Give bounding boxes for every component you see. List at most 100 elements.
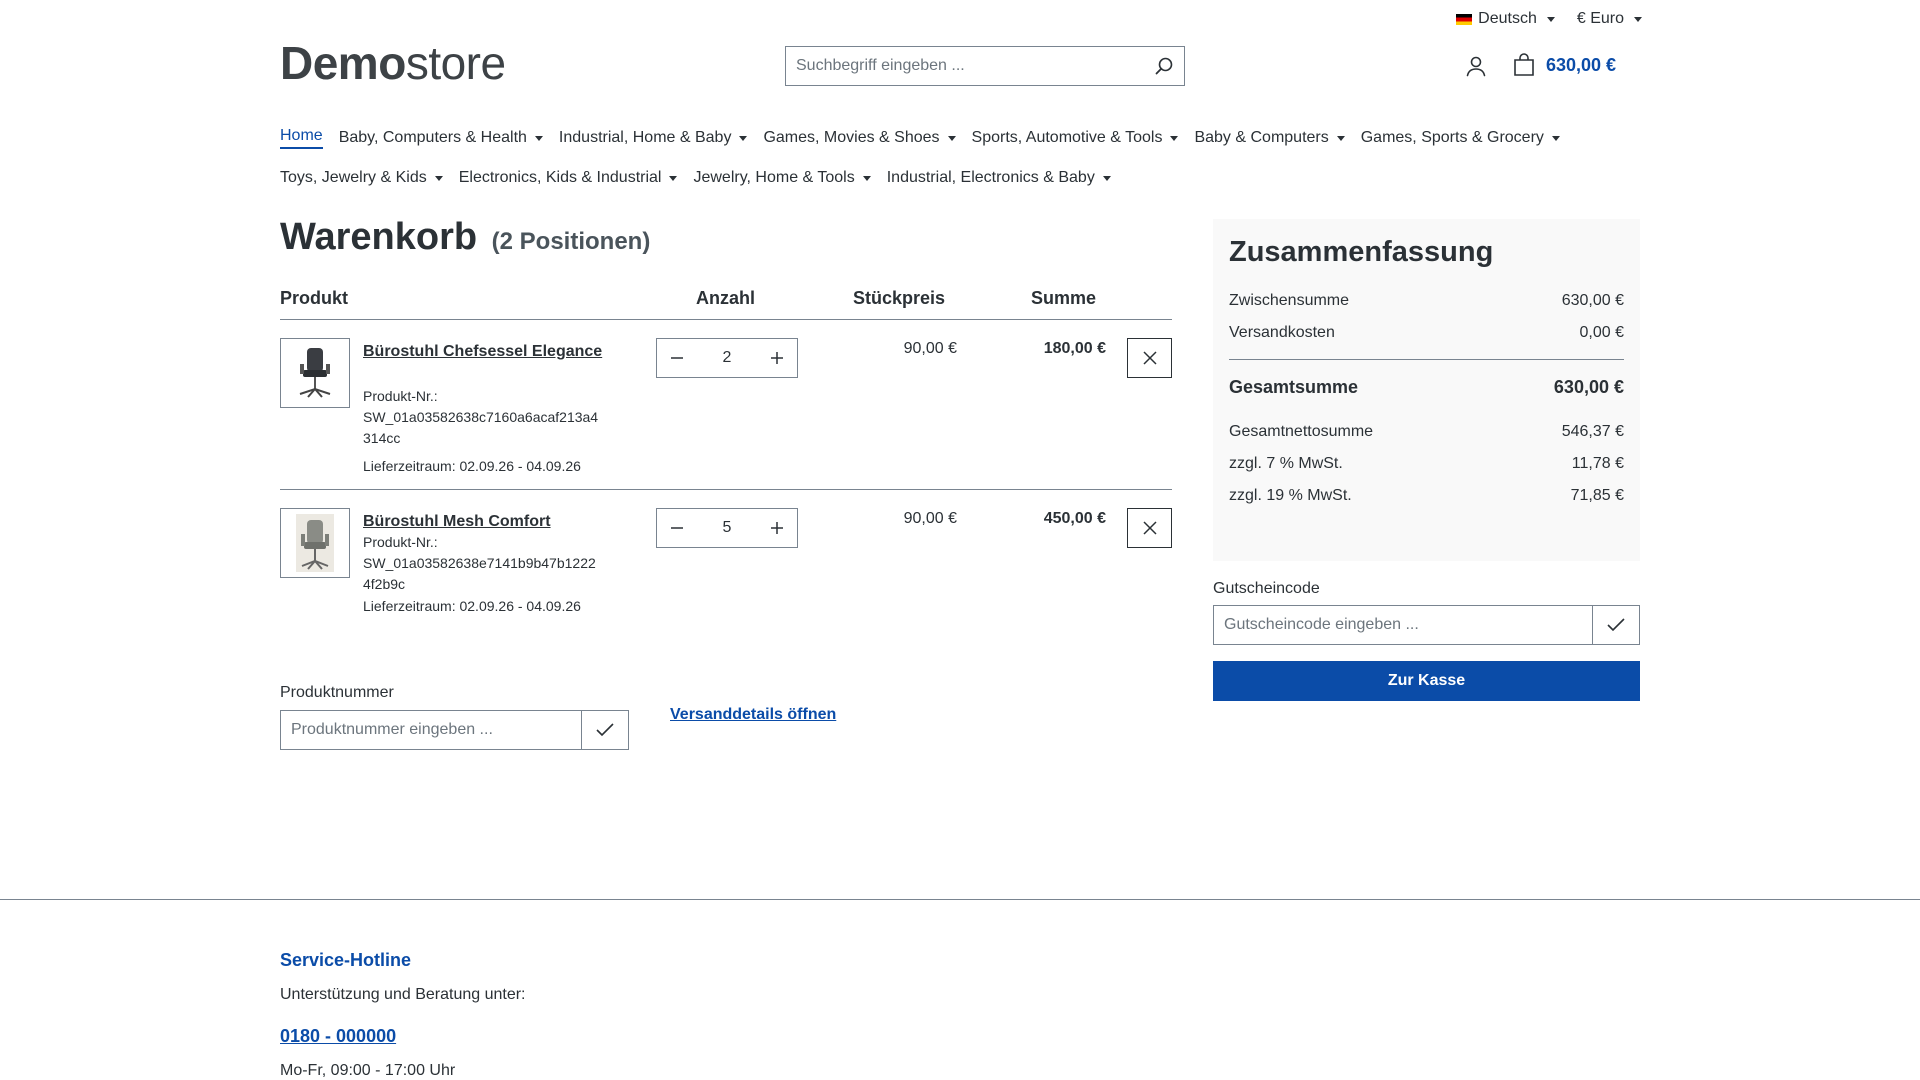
summary-value: 546,37 €: [1561, 423, 1624, 440]
nav-item-label: Baby, Computers & Health: [338, 129, 527, 146]
nav-item-games-movies-shoes[interactable]: Games, Movies & Shoes: [763, 129, 956, 147]
nav-item-label: Baby & Computers: [1194, 129, 1329, 146]
summary-value: 11,78 €: [1571, 455, 1624, 472]
cart-item-count: (2 Positionen): [491, 228, 651, 255]
summary-title: Zusammenfassung: [1229, 236, 1494, 268]
unit-price: 90,00 €: [903, 510, 957, 527]
currency-selector[interactable]: € Euro: [1577, 10, 1642, 28]
chevron-down-icon: [669, 175, 678, 181]
voucher-form: [1213, 605, 1640, 645]
nav-item-label: Industrial, Electronics & Baby: [886, 169, 1095, 186]
main-navigation: Home Baby, Computers & Health Industrial…: [280, 118, 1640, 198]
store-logo[interactable]: Demostore: [280, 38, 506, 88]
product-number-form: [280, 710, 629, 750]
increase-quantity-button[interactable]: [757, 339, 797, 377]
product-number-input-label: Produktnummer: [280, 684, 394, 701]
remove-item-button[interactable]: [1127, 508, 1172, 548]
nav-item-industrial-electronics-baby[interactable]: Industrial, Electronics & Baby: [887, 169, 1111, 187]
summary-value: 630,00 €: [1561, 292, 1624, 309]
chevron-down-icon: [947, 135, 956, 141]
product-thumbnail[interactable]: [280, 338, 350, 408]
nav-item-label: Home: [280, 127, 323, 144]
voucher-input[interactable]: [1214, 606, 1592, 644]
office-chair-image: [299, 348, 331, 398]
column-header-product: Produkt: [280, 288, 349, 308]
nav-item-label: Sports, Automotive & Tools: [971, 129, 1163, 146]
nav-row-1: Home Baby, Computers & Health Industrial…: [280, 118, 1640, 158]
nav-item-baby-computers-health[interactable]: Baby, Computers & Health: [339, 129, 543, 147]
summary-label: Zwischensumme: [1229, 292, 1350, 309]
line-total: 180,00 €: [1043, 340, 1106, 357]
add-product-button[interactable]: [581, 711, 628, 749]
unit-price: 90,00 €: [903, 340, 957, 357]
service-hotline-phone[interactable]: 0180 - 000000: [280, 1026, 396, 1047]
service-hotline-title: Service-Hotline: [280, 950, 412, 970]
summary-label: Gesamtnettosumme: [1229, 423, 1374, 440]
nav-item-label: Games, Sports & Grocery: [1360, 129, 1544, 146]
service-hotline-text: Unterstützung und Beratung unter:: [280, 986, 526, 1003]
product-number: SW_01a03582638e7141b9b47b12224f2b9c: [363, 555, 596, 592]
remove-item-button[interactable]: [1127, 338, 1172, 378]
product-name-link[interactable]: Bürostuhl Chefsessel Elegance: [363, 340, 603, 364]
chevron-down-icon: [1102, 175, 1111, 181]
cart-line-item: Bürostuhl Chefsessel Elegance Produkt-Nr…: [280, 320, 1172, 490]
summary-row-subtotal: Zwischensumme 630,00 €: [1229, 285, 1624, 317]
language-selector[interactable]: Deutsch: [1456, 10, 1555, 28]
nav-item-toys-jewelry-kids[interactable]: Toys, Jewelry & Kids: [280, 169, 443, 187]
plus-icon: [771, 352, 783, 364]
search-button[interactable]: [1144, 47, 1184, 85]
summary-label: Versandkosten: [1229, 324, 1335, 341]
checkmark-icon: [596, 723, 614, 737]
minus-icon: [671, 357, 683, 359]
user-icon: [1466, 56, 1486, 77]
close-icon: [1142, 521, 1157, 535]
nav-item-games-sports-grocery[interactable]: Games, Sports & Grocery: [1361, 129, 1560, 147]
currency-label: € Euro: [1576, 10, 1624, 27]
nav-item-jewelry-home-tools[interactable]: Jewelry, Home & Tools: [693, 169, 871, 187]
summary-label: zzgl. 7 % MwSt.: [1229, 455, 1343, 472]
footer: Service-Hotline Unterstützung und Beratu…: [0, 899, 1920, 1080]
logo-bold: Demo: [280, 37, 406, 89]
nav-item-label: Games, Movies & Shoes: [763, 129, 940, 146]
summary-value: 0,00 €: [1579, 324, 1624, 341]
cart-button[interactable]: 630,00 €: [1512, 52, 1616, 78]
product-number-label: Produkt-Nr.:: [363, 388, 438, 404]
nav-item-home[interactable]: Home: [280, 127, 323, 149]
cart-line-item: Bürostuhl Mesh Comfort Produkt-Nr.: SW_0…: [280, 490, 1172, 640]
checkmark-icon: [1607, 618, 1625, 632]
line-total: 450,00 €: [1043, 510, 1106, 527]
chevron-down-icon: [534, 135, 543, 141]
minus-icon: [671, 527, 683, 529]
close-icon: [1142, 351, 1157, 365]
nav-item-sports-automotive-tools[interactable]: Sports, Automotive & Tools: [972, 129, 1179, 147]
service-hotline-hours: Mo-Fr, 09:00 - 17:00 Uhr: [280, 1062, 456, 1079]
summary-label: zzgl. 19 % MwSt.: [1229, 487, 1352, 504]
search-box: [785, 46, 1185, 86]
increase-quantity-button[interactable]: [757, 509, 797, 547]
decrease-quantity-button[interactable]: [657, 509, 697, 547]
chevron-down-icon: [739, 135, 748, 141]
checkout-button[interactable]: Zur Kasse: [1213, 661, 1640, 701]
product-number-input[interactable]: [281, 711, 581, 749]
office-chair-image: [296, 514, 334, 572]
page: Deutsch € Euro Demostore 630,00 € Home B…: [0, 0, 1920, 1080]
product-thumbnail[interactable]: [280, 508, 350, 578]
decrease-quantity-button[interactable]: [657, 339, 697, 377]
quantity-value[interactable]: 5: [723, 519, 732, 537]
plus-icon: [771, 522, 783, 534]
shipping-details-link[interactable]: Versanddetails öffnen: [670, 706, 836, 724]
quantity-value[interactable]: 2: [723, 349, 732, 367]
column-header-quantity: Anzahl: [696, 288, 756, 308]
chevron-down-icon: [1551, 135, 1560, 141]
chevron-down-icon: [1336, 135, 1345, 141]
language-label: Deutsch: [1478, 10, 1537, 27]
nav-item-baby-computers[interactable]: Baby & Computers: [1194, 129, 1345, 147]
quantity-stepper: 5: [656, 508, 798, 548]
german-flag-icon: [1456, 13, 1473, 25]
account-button[interactable]: [1464, 54, 1488, 83]
nav-item-industrial-home-baby[interactable]: Industrial, Home & Baby: [559, 129, 748, 147]
search-input[interactable]: [786, 47, 1144, 85]
product-name-link[interactable]: Bürostuhl Mesh Comfort: [363, 510, 603, 534]
apply-voucher-button[interactable]: [1592, 606, 1639, 644]
nav-item-electronics-kids-industrial[interactable]: Electronics, Kids & Industrial: [459, 169, 678, 187]
